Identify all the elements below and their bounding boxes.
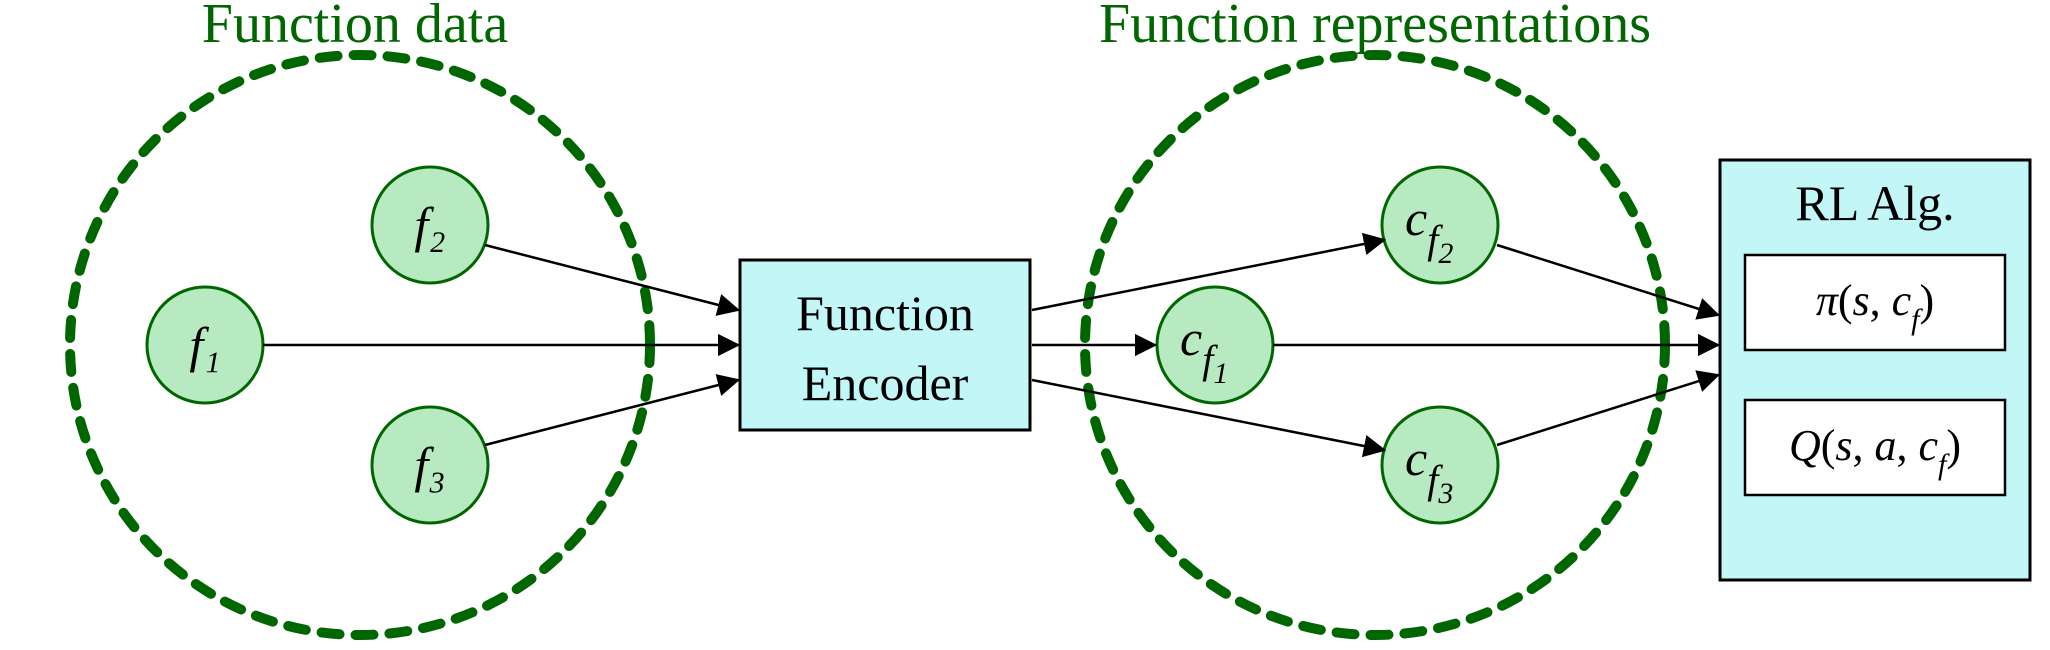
encoder-line2: Encoder (802, 355, 969, 411)
label-f3: f₃ (414, 437, 445, 493)
arrow-f3-encoder (485, 380, 738, 445)
node-f1: f₁ (147, 287, 263, 403)
svg-text:f₁: f₁ (189, 317, 220, 373)
title-left: Function data (202, 0, 509, 55)
rl-alg-box: RL Alg. π(s, cf) Q(s, a, cf) (1720, 160, 2030, 580)
svg-text:f₂: f₂ (414, 197, 445, 253)
encoder-line1: Function (796, 285, 974, 341)
node-f2: f₂ (372, 167, 488, 283)
label-f1: f₁ (189, 317, 220, 373)
node-c3: cf3 (1382, 407, 1498, 523)
node-c1: cf1 (1157, 287, 1273, 403)
node-f3: f₃ (372, 407, 488, 523)
svg-text:f₃: f₃ (414, 437, 445, 493)
arrow-f2-encoder (485, 245, 738, 310)
function-encoder-box: Function Encoder (740, 260, 1030, 430)
arrow-c2-rl (1497, 245, 1718, 315)
node-c2: cf2 (1382, 167, 1498, 283)
diagram-root: Function data Function representations f… (0, 0, 2050, 650)
rl-title: RL Alg. (1795, 175, 1954, 231)
arrow-c3-rl (1497, 375, 1718, 445)
label-f2: f₂ (414, 197, 445, 253)
title-right: Function representations (1099, 0, 1651, 55)
